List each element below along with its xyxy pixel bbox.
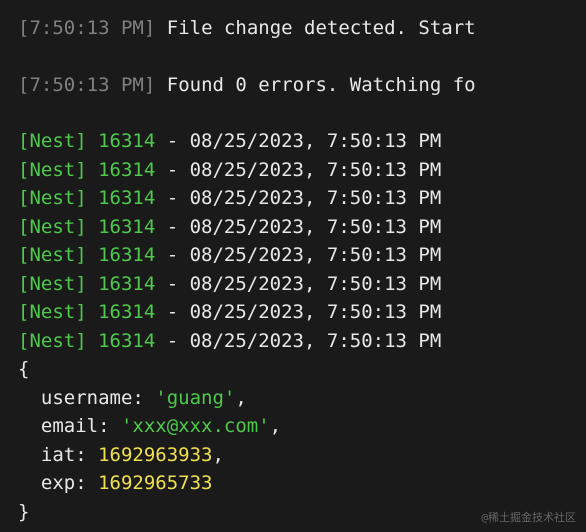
iat-value: 1692963933 <box>98 444 212 466</box>
object-exp: exp: 1692965733 <box>18 469 578 498</box>
comma: , <box>212 444 223 466</box>
nest-tag: [Nest] 16314 <box>18 187 155 209</box>
nest-timestamp: 08/25/2023, 7:50:13 PM <box>190 301 442 323</box>
exp-value: 1692965733 <box>98 472 212 494</box>
bracket-close: ] <box>144 17 155 39</box>
nest-sep: - <box>155 244 189 266</box>
watcher-line-1: [7:50:13 PM] File change detected. Start <box>18 14 578 43</box>
nest-timestamp: 08/25/2023, 7:50:13 PM <box>190 187 442 209</box>
email-value: 'xxx@xxx.com' <box>121 415 270 437</box>
nest-log-line: [Nest] 16314 - 08/25/2023, 7:50:13 PM <box>18 184 578 213</box>
nest-sep: - <box>155 330 189 352</box>
nest-tag: [Nest] 16314 <box>18 330 155 352</box>
bracket-close: ] <box>144 74 155 96</box>
object-email: email: 'xxx@xxx.com', <box>18 412 578 441</box>
nest-log-line: [Nest] 16314 - 08/25/2023, 7:50:13 PM <box>18 241 578 270</box>
username-value: 'guang' <box>155 387 235 409</box>
nest-timestamp: 08/25/2023, 7:50:13 PM <box>190 216 442 238</box>
watcher-line-2: [7:50:13 PM] Found 0 errors. Watching fo <box>18 71 578 100</box>
nest-timestamp: 08/25/2023, 7:50:13 PM <box>190 330 442 352</box>
nest-timestamp: 08/25/2023, 7:50:13 PM <box>190 130 442 152</box>
nest-sep: - <box>155 159 189 181</box>
email-key: email: <box>41 415 121 437</box>
comma: , <box>270 415 281 437</box>
username-key: username: <box>41 387 155 409</box>
watcher-msg-1: File change detected. Start <box>155 17 475 39</box>
nest-tag: [Nest] 16314 <box>18 244 155 266</box>
object-open: { <box>18 355 578 384</box>
nest-log-line: [Nest] 16314 - 08/25/2023, 7:50:13 PM <box>18 327 578 356</box>
object-iat: iat: 1692963933, <box>18 441 578 470</box>
watcher-msg-2: Found 0 errors. Watching fo <box>155 74 475 96</box>
nest-tag: [Nest] 16314 <box>18 216 155 238</box>
watcher-time-1: 7:50:13 PM <box>29 17 143 39</box>
object-username: username: 'guang', <box>18 384 578 413</box>
nest-log-line: [Nest] 16314 - 08/25/2023, 7:50:13 PM <box>18 270 578 299</box>
comma: , <box>235 387 246 409</box>
blank-line <box>18 43 578 71</box>
nest-tag: [Nest] 16314 <box>18 273 155 295</box>
iat-key: iat: <box>41 444 98 466</box>
nest-timestamp: 08/25/2023, 7:50:13 PM <box>190 159 442 181</box>
nest-timestamp: 08/25/2023, 7:50:13 PM <box>190 244 442 266</box>
nest-log-line: [Nest] 16314 - 08/25/2023, 7:50:13 PM <box>18 156 578 185</box>
nest-timestamp: 08/25/2023, 7:50:13 PM <box>190 273 442 295</box>
nest-tag: [Nest] 16314 <box>18 130 155 152</box>
nest-sep: - <box>155 273 189 295</box>
nest-log-container: [Nest] 16314 - 08/25/2023, 7:50:13 PM[Ne… <box>18 127 578 355</box>
nest-sep: - <box>155 130 189 152</box>
nest-log-line: [Nest] 16314 - 08/25/2023, 7:50:13 PM <box>18 298 578 327</box>
nest-tag: [Nest] 16314 <box>18 301 155 323</box>
nest-sep: - <box>155 216 189 238</box>
nest-sep: - <box>155 301 189 323</box>
bracket-open: [ <box>18 17 29 39</box>
nest-tag: [Nest] 16314 <box>18 159 155 181</box>
exp-key: exp: <box>41 472 98 494</box>
nest-log-line: [Nest] 16314 - 08/25/2023, 7:50:13 PM <box>18 213 578 242</box>
nest-log-line: [Nest] 16314 - 08/25/2023, 7:50:13 PM <box>18 127 578 156</box>
nest-sep: - <box>155 187 189 209</box>
watermark: @稀土掘金技术社区 <box>481 510 576 527</box>
blank-line <box>18 99 578 127</box>
watcher-time-2: 7:50:13 PM <box>29 74 143 96</box>
bracket-open: [ <box>18 74 29 96</box>
